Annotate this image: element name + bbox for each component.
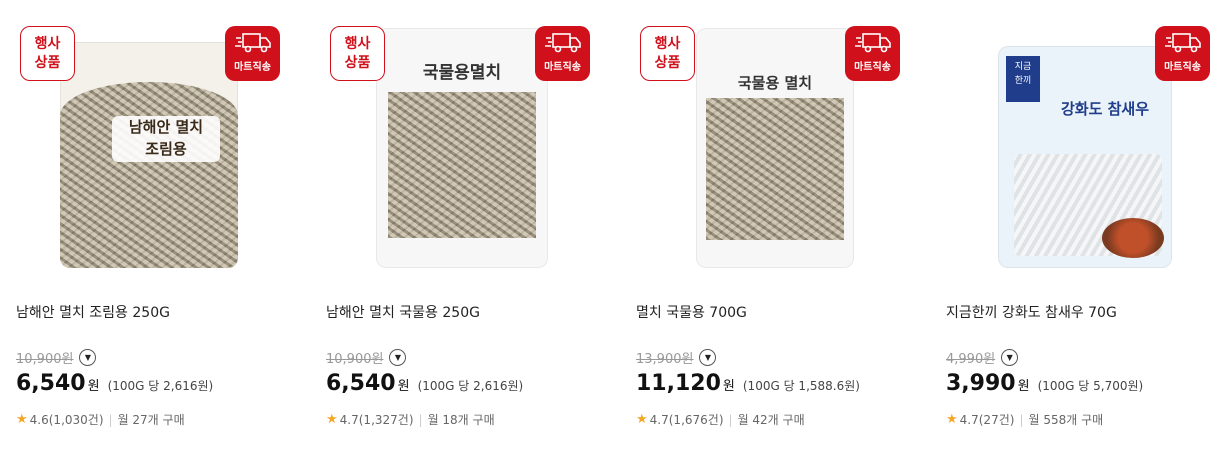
unit-price: (100G 당 5,700원) [1037, 379, 1144, 393]
sale-price: 11,120 [636, 371, 721, 396]
original-price-row: 10,900원 ▼ [326, 348, 407, 367]
chevron-down-icon[interactable]: ▼ [79, 349, 97, 366]
price-row: 11,120 원 (100G 당 1,588.6원) [636, 371, 860, 396]
rating-value: 4.7 [339, 412, 359, 427]
truck-icon [854, 32, 891, 52]
review-count[interactable]: (1,327건) [359, 411, 414, 428]
price-currency: 원 [87, 379, 100, 394]
product-image[interactable]: 지금 한끼 강화도 참새우 마트직송 [946, 8, 1216, 278]
mart-delivery-badge: 마트직송 [845, 26, 900, 81]
rating-value: 4.6 [29, 412, 49, 427]
chevron-down-icon[interactable]: ▼ [389, 349, 407, 366]
original-price-row: 10,900원 ▼ [16, 348, 97, 367]
shrimp-dish-image [1102, 218, 1164, 258]
monthly-purchases: 월 18개 구매 [427, 413, 495, 427]
monthly-purchases: 월 42개 구매 [737, 413, 805, 427]
price-row: 6,540 원 (100G 당 2,616원) [326, 371, 523, 396]
mart-delivery-label: 마트직송 [544, 61, 581, 73]
unit-price: (100G 당 2,616원) [107, 379, 214, 393]
rating-value: 4.7 [959, 412, 979, 427]
truck-icon [234, 32, 271, 52]
price-currency: 원 [722, 379, 735, 394]
star-icon: ★ [16, 412, 28, 427]
rating-row: ★ 4.7 (27건) | 월 558개 구매 [946, 411, 1103, 428]
rating-row: ★ 4.6 (1,030건) | 월 27개 구매 [16, 411, 185, 428]
price-row: 3,990 원 (100G 당 5,700원) [946, 371, 1143, 396]
original-price-row: 4,990원 ▼ [946, 348, 1019, 367]
sale-price: 3,990 [946, 371, 1016, 396]
anchovy-contents [706, 98, 844, 240]
truck-icon [544, 32, 581, 52]
mart-delivery-badge: 마트직송 [535, 26, 590, 81]
review-count[interactable]: (1,030건) [49, 411, 104, 428]
rating-row: ★ 4.7 (1,327건) | 월 18개 구매 [326, 411, 495, 428]
divider: | [728, 412, 733, 427]
star-icon: ★ [636, 412, 648, 427]
package-brand: 지금 한끼 [1006, 56, 1040, 102]
rating-row: ★ 4.7 (1,676건) | 월 42개 구매 [636, 411, 805, 428]
product-card[interactable]: 국물용멸치 행사 상품 마트직송 남해안 멸치 국물용 250G 10,900원… [326, 0, 621, 454]
original-price: 4,990원 [946, 352, 996, 367]
product-card[interactable]: 국물용 멸치 행사 상품 마트직송 멸치 국물용 700G 13,900원 ▼ … [636, 0, 931, 454]
package-label: 남해안 멸치 조림용 [112, 116, 220, 162]
chevron-down-icon[interactable]: ▼ [699, 349, 717, 366]
monthly-purchases: 월 558개 구매 [1028, 413, 1104, 427]
event-badge: 행사 상품 [20, 26, 75, 81]
product-image[interactable]: 국물용 멸치 행사 상품 마트직송 [636, 8, 906, 278]
product-name[interactable]: 지금한끼 강화도 참새우 70G [946, 302, 1117, 322]
truck-icon [1164, 32, 1201, 52]
mart-delivery-label: 마트직송 [234, 61, 271, 73]
divider: | [418, 412, 423, 427]
divider: | [1019, 412, 1024, 427]
package-label: 국물용멸치 [422, 63, 502, 83]
package-image: 지금 한끼 강화도 참새우 [998, 46, 1172, 268]
product-card[interactable]: 남해안 멸치 조림용 행사 상품 마트직송 남해안 멸치 조림용 250G 10… [16, 0, 311, 454]
package-image: 남해안 멸치 조림용 [60, 42, 238, 268]
review-count[interactable]: (1,676건) [669, 411, 724, 428]
mart-delivery-badge: 마트직송 [225, 26, 280, 81]
product-grid: 남해안 멸치 조림용 행사 상품 마트직송 남해안 멸치 조림용 250G 10… [0, 0, 1232, 454]
event-badge: 행사 상품 [330, 26, 385, 81]
package-image: 국물용 멸치 [696, 28, 854, 268]
sale-price: 6,540 [16, 371, 86, 396]
original-price-row: 13,900원 ▼ [636, 348, 717, 367]
mart-delivery-label: 마트직송 [854, 61, 891, 73]
package-label: 국물용 멸치 [737, 74, 813, 92]
product-card[interactable]: 지금 한끼 강화도 참새우 마트직송 지금한끼 강화도 참새우 70G 4,99… [946, 0, 1232, 454]
price-row: 6,540 원 (100G 당 2,616원) [16, 371, 213, 396]
product-name[interactable]: 남해안 멸치 조림용 250G [16, 302, 170, 322]
divider: | [108, 412, 113, 427]
monthly-purchases: 월 27개 구매 [117, 413, 185, 427]
event-badge: 행사 상품 [640, 26, 695, 81]
star-icon: ★ [946, 412, 958, 427]
anchovy-contents [388, 92, 536, 238]
unit-price: (100G 당 2,616원) [417, 379, 524, 393]
original-price: 10,900원 [16, 352, 74, 367]
rating-value: 4.7 [649, 412, 669, 427]
mart-delivery-badge: 마트직송 [1155, 26, 1210, 81]
product-image[interactable]: 남해안 멸치 조림용 행사 상품 마트직송 [16, 8, 286, 278]
original-price: 10,900원 [326, 352, 384, 367]
mart-delivery-label: 마트직송 [1164, 61, 1201, 73]
review-count[interactable]: (27건) [979, 411, 1015, 428]
original-price: 13,900원 [636, 352, 694, 367]
product-name[interactable]: 남해안 멸치 국물용 250G [326, 302, 480, 322]
package-label: 강화도 참새우 [1060, 100, 1150, 118]
sale-price: 6,540 [326, 371, 396, 396]
chevron-down-icon[interactable]: ▼ [1001, 349, 1019, 366]
product-image[interactable]: 국물용멸치 행사 상품 마트직송 [326, 8, 596, 278]
package-image: 국물용멸치 [376, 28, 548, 268]
star-icon: ★ [326, 412, 338, 427]
price-currency: 원 [397, 379, 410, 394]
anchovy-contents [60, 82, 238, 268]
price-currency: 원 [1017, 379, 1030, 394]
unit-price: (100G 당 1,588.6원) [742, 379, 860, 393]
product-name[interactable]: 멸치 국물용 700G [636, 302, 747, 322]
